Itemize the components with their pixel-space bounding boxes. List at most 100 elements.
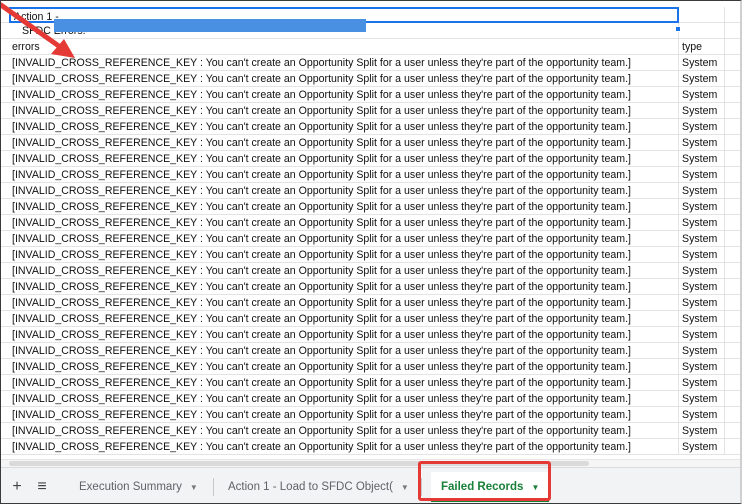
type-cell[interactable]: System [679,151,725,167]
empty-cell[interactable] [725,247,740,263]
grid-row-column-headers[interactable]: errors type [1,39,740,55]
empty-cell[interactable] [725,311,740,327]
empty-cell[interactable] [725,199,740,215]
empty-cell[interactable] [725,407,740,423]
empty-cell[interactable] [679,7,725,23]
empty-cell[interactable] [725,167,740,183]
table-row[interactable]: [INVALID_CROSS_REFERENCE_KEY : You can't… [1,151,740,167]
plus-icon[interactable]: + [7,474,27,500]
type-cell[interactable]: System [679,215,725,231]
empty-cell[interactable] [725,103,740,119]
error-message-cell[interactable]: [INVALID_CROSS_REFERENCE_KEY : You can't… [9,391,679,407]
table-row[interactable]: [INVALID_CROSS_REFERENCE_KEY : You can't… [1,407,740,423]
error-message-cell[interactable]: [INVALID_CROSS_REFERENCE_KEY : You can't… [9,119,679,135]
empty-cell[interactable] [725,183,740,199]
type-cell[interactable]: System [679,87,725,103]
error-message-cell[interactable]: [INVALID_CROSS_REFERENCE_KEY : You can't… [9,71,679,87]
type-cell[interactable]: System [679,391,725,407]
table-row[interactable]: [INVALID_CROSS_REFERENCE_KEY : You can't… [1,231,740,247]
errors-header-cell[interactable]: errors [9,39,679,55]
table-row[interactable]: [INVALID_CROSS_REFERENCE_KEY : You can't… [1,423,740,439]
error-message-cell[interactable]: [INVALID_CROSS_REFERENCE_KEY : You can't… [9,327,679,343]
table-row[interactable]: [INVALID_CROSS_REFERENCE_KEY : You can't… [1,167,740,183]
tab-execution-summary[interactable]: Execution Summary ▼ [69,472,208,502]
type-cell[interactable]: System [679,359,725,375]
type-cell[interactable]: System [679,311,725,327]
table-row[interactable]: [INVALID_CROSS_REFERENCE_KEY : You can't… [1,135,740,151]
table-row[interactable]: [INVALID_CROSS_REFERENCE_KEY : You can't… [1,391,740,407]
table-row[interactable]: [INVALID_CROSS_REFERENCE_KEY : You can't… [1,119,740,135]
table-row[interactable]: [INVALID_CROSS_REFERENCE_KEY : You can't… [1,215,740,231]
empty-cell[interactable] [679,23,725,39]
type-cell[interactable]: System [679,295,725,311]
caret-down-icon[interactable]: ▼ [401,483,409,492]
table-row[interactable]: [INVALID_CROSS_REFERENCE_KEY : You can't… [1,295,740,311]
empty-cell[interactable] [725,151,740,167]
type-cell[interactable]: System [679,167,725,183]
empty-cell[interactable] [725,391,740,407]
table-row[interactable]: [INVALID_CROSS_REFERENCE_KEY : You can't… [1,359,740,375]
type-cell[interactable]: System [679,183,725,199]
spreadsheet-grid[interactable]: Action 1 - SFDC Errors: errors type [INV… [1,7,740,459]
error-message-cell[interactable]: [INVALID_CROSS_REFERENCE_KEY : You can't… [9,151,679,167]
table-row[interactable]: [INVALID_CROSS_REFERENCE_KEY : You can't… [1,311,740,327]
type-header-cell[interactable]: type [679,39,725,55]
error-message-cell[interactable]: [INVALID_CROSS_REFERENCE_KEY : You can't… [9,247,679,263]
type-cell[interactable]: System [679,103,725,119]
empty-cell[interactable] [725,295,740,311]
type-cell[interactable]: System [679,343,725,359]
error-message-cell[interactable]: [INVALID_CROSS_REFERENCE_KEY : You can't… [9,279,679,295]
menu-icon[interactable]: ≡ [31,474,53,500]
error-message-cell[interactable]: [INVALID_CROSS_REFERENCE_KEY : You can't… [9,439,679,455]
caret-down-icon[interactable]: ▼ [190,483,198,492]
empty-cell[interactable] [725,55,740,71]
error-message-cell[interactable]: [INVALID_CROSS_REFERENCE_KEY : You can't… [9,407,679,423]
error-message-cell[interactable]: [INVALID_CROSS_REFERENCE_KEY : You can't… [9,295,679,311]
type-cell[interactable]: System [679,119,725,135]
error-message-cell[interactable]: [INVALID_CROSS_REFERENCE_KEY : You can't… [9,55,679,71]
error-message-cell[interactable]: [INVALID_CROSS_REFERENCE_KEY : You can't… [9,167,679,183]
type-cell[interactable]: System [679,199,725,215]
type-cell[interactable]: System [679,327,725,343]
type-cell[interactable]: System [679,279,725,295]
selection-fill-handle[interactable] [675,26,681,32]
table-row[interactable]: [INVALID_CROSS_REFERENCE_KEY : You can't… [1,439,740,455]
error-message-cell[interactable]: [INVALID_CROSS_REFERENCE_KEY : You can't… [9,375,679,391]
type-cell[interactable]: System [679,71,725,87]
table-row[interactable]: [INVALID_CROSS_REFERENCE_KEY : You can't… [1,183,740,199]
error-message-cell[interactable]: [INVALID_CROSS_REFERENCE_KEY : You can't… [9,199,679,215]
empty-cell[interactable] [725,119,740,135]
table-row[interactable]: [INVALID_CROSS_REFERENCE_KEY : You can't… [1,263,740,279]
type-cell[interactable]: System [679,423,725,439]
table-row[interactable]: [INVALID_CROSS_REFERENCE_KEY : You can't… [1,199,740,215]
table-row[interactable]: [INVALID_CROSS_REFERENCE_KEY : You can't… [1,103,740,119]
empty-cell[interactable] [725,375,740,391]
horizontal-scrollbar[interactable] [1,459,740,467]
type-cell[interactable]: System [679,135,725,151]
empty-cell[interactable] [725,231,740,247]
table-row[interactable]: [INVALID_CROSS_REFERENCE_KEY : You can't… [1,71,740,87]
type-cell[interactable]: System [679,231,725,247]
table-row[interactable]: [INVALID_CROSS_REFERENCE_KEY : You can't… [1,343,740,359]
empty-cell[interactable] [725,71,740,87]
table-row[interactable]: [INVALID_CROSS_REFERENCE_KEY : You can't… [1,247,740,263]
type-cell[interactable]: System [679,375,725,391]
error-message-cell[interactable]: [INVALID_CROSS_REFERENCE_KEY : You can't… [9,423,679,439]
empty-cell[interactable] [725,327,740,343]
type-cell[interactable]: System [679,439,725,455]
empty-cell[interactable] [725,279,740,295]
error-message-cell[interactable]: [INVALID_CROSS_REFERENCE_KEY : You can't… [9,343,679,359]
table-row[interactable]: [INVALID_CROSS_REFERENCE_KEY : You can't… [1,327,740,343]
type-cell[interactable]: System [679,263,725,279]
empty-cell[interactable] [725,263,740,279]
empty-cell[interactable] [725,343,740,359]
error-message-cell[interactable]: [INVALID_CROSS_REFERENCE_KEY : You can't… [9,263,679,279]
empty-cell[interactable] [725,87,740,103]
error-message-cell[interactable]: [INVALID_CROSS_REFERENCE_KEY : You can't… [9,103,679,119]
empty-cell[interactable] [725,215,740,231]
empty-cell[interactable] [725,439,740,455]
table-row[interactable]: [INVALID_CROSS_REFERENCE_KEY : You can't… [1,375,740,391]
empty-cell[interactable] [725,23,740,39]
error-message-cell[interactable]: [INVALID_CROSS_REFERENCE_KEY : You can't… [9,215,679,231]
table-row[interactable]: [INVALID_CROSS_REFERENCE_KEY : You can't… [1,55,740,71]
